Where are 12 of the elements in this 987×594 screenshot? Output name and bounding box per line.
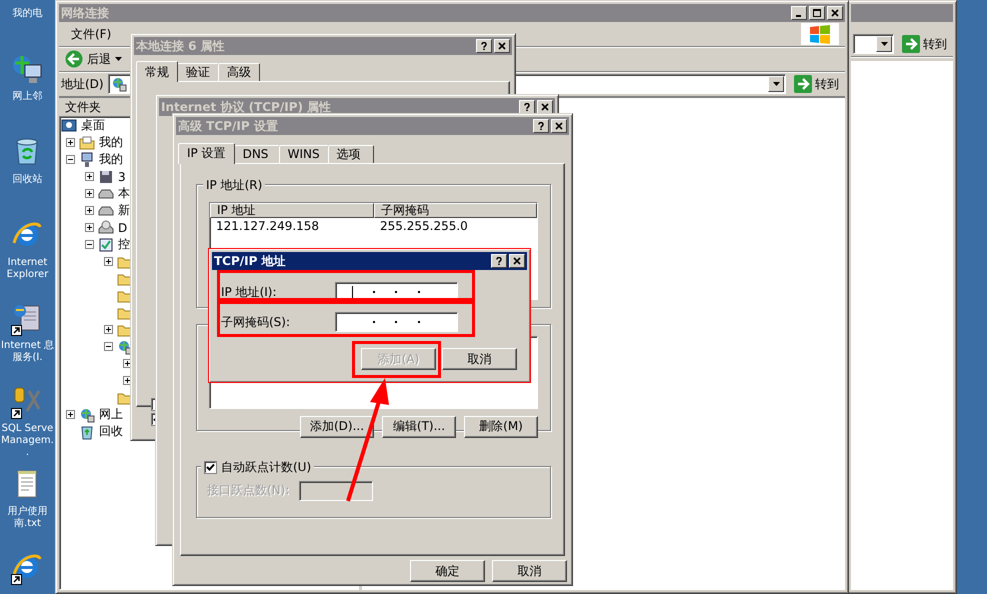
field-label: 子网掩码(S): (221, 314, 292, 330)
field-label: IP 地址(I): (221, 284, 278, 300)
window-title: 高级 TCP/IP 设置 (178, 118, 279, 134)
window-title: TCP/IP 地址 (214, 252, 287, 270)
window-title: 网络连接 (61, 4, 110, 22)
group-label: IP 地址(R) (203, 176, 266, 194)
window-title: Internet 协议 (TCP/IP) 属性 (161, 98, 332, 116)
window-title: 本地连接 6 属性 (136, 38, 226, 54)
table-cell-text: 255.255.255.0 (379, 218, 469, 233)
address-label: 地址(D) (61, 76, 104, 92)
folders-header: 文件夹 (65, 98, 101, 116)
table-cell-text: 121.127.249.158 (215, 218, 320, 233)
